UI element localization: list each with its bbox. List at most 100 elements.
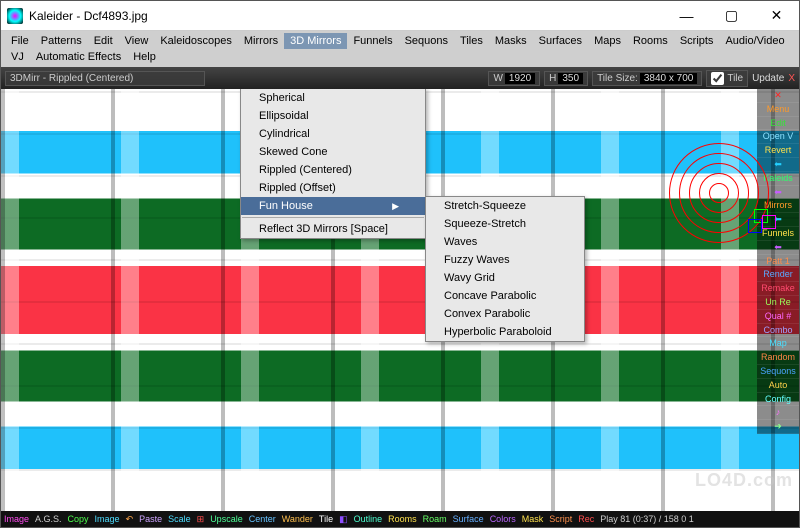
width-panel: W 1920 bbox=[488, 71, 540, 86]
menu-item-wavy-grid[interactable]: Wavy Grid bbox=[426, 269, 584, 287]
toolbar-close-x[interactable]: X bbox=[788, 73, 795, 84]
bottom-script[interactable]: Script bbox=[546, 514, 575, 524]
bottom-rooms[interactable]: Rooms bbox=[385, 514, 420, 524]
menu-item-waves[interactable]: Waves bbox=[426, 233, 584, 251]
bottom-upscale[interactable]: Upscale bbox=[207, 514, 246, 524]
menu-item-fun-house[interactable]: Fun House▶ bbox=[241, 197, 425, 215]
side-auto[interactable]: Auto bbox=[757, 379, 799, 393]
menu-mirrors[interactable]: Mirrors bbox=[238, 33, 284, 49]
side--[interactable]: ✕ bbox=[757, 89, 799, 103]
side-random[interactable]: Random bbox=[757, 351, 799, 365]
menu-audio-video[interactable]: Audio/Video bbox=[719, 33, 790, 49]
side-un-re[interactable]: Un Re bbox=[757, 296, 799, 310]
menu-item-stretch-squeeze[interactable]: Stretch-Squeeze bbox=[426, 197, 584, 215]
menu-item-rippled-centered-[interactable]: Rippled (Centered) bbox=[241, 161, 425, 179]
menu-masks[interactable]: Masks bbox=[489, 33, 533, 49]
bottom-image[interactable]: Image bbox=[1, 514, 32, 524]
bottom-play-81-0-37-158-0-1[interactable]: Play 81 (0:37) / 158 0 1 bbox=[597, 514, 697, 524]
side--[interactable]: ⬅ bbox=[757, 241, 799, 255]
menu-item-cylindrical[interactable]: Cylindrical bbox=[241, 125, 425, 143]
canvas-area[interactable]: ✕MenuEditOpen VRevert⬅Kaleids⬅Mirrors⬅Fu… bbox=[1, 89, 799, 511]
h-value[interactable]: 350 bbox=[558, 73, 583, 84]
menu-item-reflect-3d-mirrors[interactable]: Reflect 3D Mirrors [Space] bbox=[241, 220, 425, 238]
menu-automatic-effects[interactable]: Automatic Effects bbox=[30, 49, 127, 65]
close-button[interactable]: ✕ bbox=[754, 1, 799, 30]
menu-rooms[interactable]: Rooms bbox=[627, 33, 674, 49]
app-window: Kaleider - Dcf4893.jpg — ▢ ✕ FilePattern… bbox=[0, 0, 800, 528]
bottom-outline[interactable]: Outline bbox=[351, 514, 386, 524]
side--[interactable]: ➔ bbox=[757, 420, 799, 434]
menu-file[interactable]: File bbox=[5, 33, 35, 49]
menu-item-spherical[interactable]: Spherical bbox=[241, 89, 425, 107]
bottom-center[interactable]: Center bbox=[246, 514, 279, 524]
bottom-tile[interactable]: Tile bbox=[316, 514, 336, 524]
minimize-button[interactable]: — bbox=[664, 1, 709, 30]
side-map[interactable]: Map bbox=[757, 337, 799, 351]
bottom-a-g-s-[interactable]: A.G.S. bbox=[32, 514, 65, 524]
menu-kaleidoscopes[interactable]: Kaleidoscopes bbox=[154, 33, 238, 49]
menu-scripts[interactable]: Scripts bbox=[674, 33, 720, 49]
bottom-scale[interactable]: Scale bbox=[165, 514, 194, 524]
bottom-image[interactable]: Image bbox=[92, 514, 123, 524]
menu-surfaces[interactable]: Surfaces bbox=[533, 33, 588, 49]
menu-maps[interactable]: Maps bbox=[588, 33, 627, 49]
tile-checkbox-input[interactable] bbox=[711, 72, 724, 85]
bottom-colors[interactable]: Colors bbox=[487, 514, 519, 524]
side-combo[interactable]: Combo bbox=[757, 324, 799, 338]
menu-tiles[interactable]: Tiles bbox=[454, 33, 489, 49]
menu-item-fuzzy-waves[interactable]: Fuzzy Waves bbox=[426, 251, 584, 269]
menu-item-convex-parabolic[interactable]: Convex Parabolic bbox=[426, 305, 584, 323]
side--[interactable]: ⬅ bbox=[757, 186, 799, 200]
w-value[interactable]: 1920 bbox=[505, 73, 535, 84]
side-sequons[interactable]: Sequons bbox=[757, 365, 799, 379]
3d-mirrors-menu[interactable]: SphericalEllipsoidalCylindricalSkewed Co… bbox=[240, 89, 426, 239]
side-render[interactable]: Render bbox=[757, 268, 799, 282]
menu-vj[interactable]: VJ bbox=[5, 49, 30, 65]
menu-edit[interactable]: Edit bbox=[88, 33, 119, 49]
menu-item-concave-parabolic[interactable]: Concave Parabolic bbox=[426, 287, 584, 305]
side-patt-1[interactable]: Patt 1 bbox=[757, 255, 799, 269]
watermark: LO4D.com bbox=[695, 470, 793, 491]
bottom-copy[interactable]: Copy bbox=[65, 514, 92, 524]
menu-item-ellipsoidal[interactable]: Ellipsoidal bbox=[241, 107, 425, 125]
bottom-rec[interactable]: Rec bbox=[575, 514, 597, 524]
menu-item-squeeze-stretch[interactable]: Squeeze-Stretch bbox=[426, 215, 584, 233]
tile-checkbox[interactable]: Tile bbox=[706, 70, 748, 87]
menu-3d-mirrors[interactable]: 3D Mirrors bbox=[284, 33, 347, 49]
maximize-button[interactable]: ▢ bbox=[709, 1, 754, 30]
side-revert[interactable]: Revert bbox=[757, 144, 799, 158]
side-qual-[interactable]: Qual # bbox=[757, 310, 799, 324]
side--[interactable]: ♪ bbox=[757, 406, 799, 420]
side-config[interactable]: Config bbox=[757, 393, 799, 407]
menu-bar: FilePatternsEditViewKaleidoscopesMirrors… bbox=[1, 31, 799, 67]
fun-house-submenu[interactable]: Stretch-SqueezeSqueeze-StretchWavesFuzzy… bbox=[425, 196, 585, 342]
menu-item-rippled-offset-[interactable]: Rippled (Offset) bbox=[241, 179, 425, 197]
tilesize-label: Tile Size: bbox=[597, 73, 638, 84]
bottom--[interactable]: ⊞ bbox=[194, 514, 208, 525]
menu-item-hyperbolic-paraboloid[interactable]: Hyperbolic Paraboloid bbox=[426, 323, 584, 341]
bottom--[interactable]: ◧ bbox=[336, 514, 351, 525]
menu-view[interactable]: View bbox=[119, 33, 155, 49]
bottom-roam[interactable]: Roam bbox=[420, 514, 450, 524]
bottom-mask[interactable]: Mask bbox=[519, 514, 547, 524]
update-button[interactable]: Update bbox=[752, 73, 784, 84]
side--[interactable]: ⬅ bbox=[757, 158, 799, 172]
h-label: H bbox=[549, 73, 556, 84]
side-kaleids[interactable]: Kaleids bbox=[757, 172, 799, 186]
bottom-paste[interactable]: Paste bbox=[136, 514, 165, 524]
menu-help[interactable]: Help bbox=[127, 49, 162, 65]
menu-sequons[interactable]: Sequons bbox=[399, 33, 454, 49]
bottom-surface[interactable]: Surface bbox=[450, 514, 487, 524]
menu-funnels[interactable]: Funnels bbox=[347, 33, 398, 49]
side-funnels[interactable]: Funnels bbox=[757, 227, 799, 241]
bottom--[interactable]: ↶ bbox=[123, 514, 137, 525]
side-remake[interactable]: Remake bbox=[757, 282, 799, 296]
side-edit[interactable]: Edit bbox=[757, 117, 799, 131]
tilesize-panel: Tile Size: 3840 x 700 bbox=[592, 71, 702, 86]
side-open-v[interactable]: Open V bbox=[757, 130, 799, 144]
menu-item-skewed-cone[interactable]: Skewed Cone bbox=[241, 143, 425, 161]
side-menu[interactable]: Menu bbox=[757, 103, 799, 117]
menu-patterns[interactable]: Patterns bbox=[35, 33, 88, 49]
height-panel: H 350 bbox=[544, 71, 588, 86]
bottom-wander[interactable]: Wander bbox=[279, 514, 316, 524]
